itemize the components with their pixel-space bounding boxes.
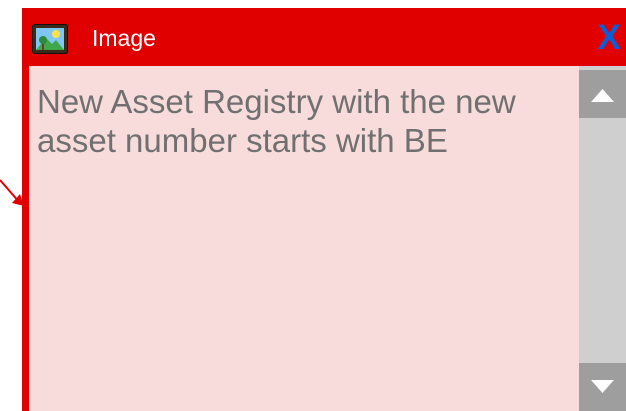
title-bar[interactable]: Image X — [22, 8, 626, 66]
image-icon — [32, 24, 68, 54]
image-callout-window: Image X New Asset Registry with the new … — [22, 8, 626, 411]
scroll-down-button[interactable] — [579, 363, 626, 411]
scroll-up-button[interactable] — [579, 70, 626, 118]
vertical-scrollbar[interactable] — [579, 66, 626, 411]
triangle-up-icon — [591, 89, 614, 102]
content-area: New Asset Registry with the new asset nu… — [29, 66, 579, 411]
close-button[interactable]: X — [592, 20, 626, 56]
content-text: New Asset Registry with the new asset nu… — [37, 83, 516, 159]
window-title: Image — [92, 25, 156, 51]
triangle-down-icon — [591, 380, 614, 393]
